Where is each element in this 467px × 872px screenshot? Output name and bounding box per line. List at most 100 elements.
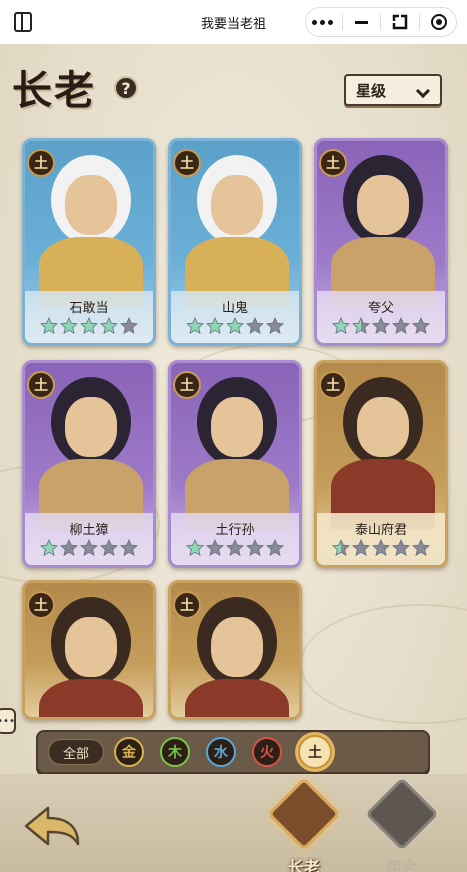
combo-avatar-icon — [365, 777, 439, 851]
close-target-icon[interactable] — [424, 10, 454, 34]
elder-card[interactable]: 土 — [22, 580, 156, 720]
star-empty-icon — [100, 539, 118, 557]
card-name-band: 山鬼 — [171, 291, 299, 343]
element-filter-3[interactable]: 火 — [252, 737, 282, 767]
star-empty-icon — [392, 317, 410, 335]
elder-avatar-icon — [267, 777, 341, 851]
earth-element-badge: 土 — [173, 591, 201, 619]
star-filled-icon — [60, 317, 78, 335]
elder-name: 夸父 — [367, 301, 394, 316]
app-title: 我要当老祖 — [200, 16, 266, 32]
filter-all-button[interactable]: 全部 — [48, 739, 104, 765]
star-empty-icon — [372, 317, 390, 335]
chat-bubble-icon[interactable]: ••• — [0, 708, 16, 734]
element-filter-0[interactable]: 金 — [114, 737, 144, 767]
star-filled-icon — [186, 539, 204, 557]
star-rating — [25, 317, 153, 335]
star-rating — [171, 539, 299, 557]
elder-card[interactable]: 土山鬼 — [168, 138, 302, 346]
back-arrow-icon[interactable] — [22, 804, 82, 850]
star-rating — [171, 317, 299, 335]
elder-name: 石敢当 — [69, 301, 109, 316]
capsule-divider — [380, 14, 382, 30]
nav-tab-combos[interactable]: 组合 — [364, 777, 440, 872]
background-swirl — [300, 604, 467, 724]
card-name-band: 泰山府君 — [317, 513, 445, 565]
restore-icon[interactable] — [385, 10, 415, 34]
star-empty-icon — [60, 539, 78, 557]
star-empty-icon — [120, 317, 138, 335]
sidebar-toggle-icon[interactable] — [14, 12, 32, 32]
nav-label-elders: 长老 — [287, 858, 320, 872]
star-filled-icon — [332, 317, 350, 335]
elder-name: 土行孙 — [215, 523, 255, 538]
elder-card[interactable]: 土 — [168, 580, 302, 720]
header: 长老 ? 星级 — [0, 44, 467, 124]
star-empty-icon — [120, 539, 138, 557]
help-icon[interactable]: ? — [114, 76, 138, 100]
element-filter-bar: 全部 金木水火土 — [36, 730, 430, 774]
elder-card[interactable]: 土夸父 — [314, 138, 448, 346]
elder-card[interactable]: 土泰山府君 — [314, 360, 448, 568]
earth-element-badge: 土 — [27, 371, 55, 399]
star-rating — [25, 539, 153, 557]
sort-dropdown[interactable]: 星级 — [344, 74, 442, 106]
star-empty-icon — [372, 539, 390, 557]
elder-card[interactable]: 土石敢当 — [22, 138, 156, 346]
earth-element-badge: 土 — [319, 149, 347, 177]
star-empty-icon — [226, 539, 244, 557]
bottom-nav: 长老 组合 — [0, 774, 467, 872]
star-rating — [317, 539, 445, 557]
element-filter-1[interactable]: 木 — [160, 737, 190, 767]
star-empty-icon — [266, 539, 284, 557]
page-title: 长老 — [12, 67, 96, 114]
capsule-divider — [341, 14, 343, 30]
star-filled-icon — [352, 317, 370, 335]
card-name-band: 夸父 — [317, 291, 445, 343]
game-screen: 长老 ? 星级 土石敢当土山鬼土夸父土柳土獐土土行孙土泰山府君土土 ••• 全部… — [0, 44, 467, 872]
star-empty-icon — [80, 539, 98, 557]
chevron-down-icon — [415, 83, 431, 99]
card-name-band: 土行孙 — [171, 513, 299, 565]
earth-element-badge: 土 — [27, 591, 55, 619]
star-empty-icon — [412, 317, 430, 335]
star-filled-icon — [80, 317, 98, 335]
star-filled-icon — [40, 317, 58, 335]
earth-element-badge: 土 — [173, 371, 201, 399]
star-filled-icon — [100, 317, 118, 335]
star-empty-icon — [206, 539, 224, 557]
star-filled-icon — [186, 317, 204, 335]
capsule-menu — [305, 7, 457, 37]
star-filled-icon — [332, 539, 350, 557]
earth-element-badge: 土 — [173, 149, 201, 177]
more-dots-icon[interactable] — [308, 10, 338, 34]
star-empty-icon — [392, 539, 410, 557]
star-rating — [317, 317, 445, 335]
star-empty-icon — [412, 539, 430, 557]
star-empty-icon — [246, 317, 264, 335]
elder-name: 柳土獐 — [69, 523, 109, 538]
star-empty-icon — [352, 539, 370, 557]
star-filled-icon — [206, 317, 224, 335]
star-filled-icon — [226, 317, 244, 335]
card-name-band: 柳土獐 — [25, 513, 153, 565]
nav-label-combos: 组合 — [385, 858, 418, 872]
capsule-divider — [419, 14, 421, 30]
star-empty-icon — [266, 317, 284, 335]
element-filter-2[interactable]: 水 — [206, 737, 236, 767]
card-name-band: 石敢当 — [25, 291, 153, 343]
elder-name: 山鬼 — [221, 301, 248, 316]
star-empty-icon — [246, 539, 264, 557]
mini-program-topbar: 我要当老祖 — [0, 0, 467, 44]
sort-dropdown-value: 星级 — [356, 81, 387, 100]
element-filter-4[interactable]: 土 — [298, 735, 332, 769]
earth-element-badge: 土 — [27, 149, 55, 177]
star-filled-icon — [40, 539, 58, 557]
element-buttons: 金木水火土 — [114, 735, 332, 769]
nav-tab-elders[interactable]: 长老 — [266, 777, 342, 872]
elder-card[interactable]: 土土行孙 — [168, 360, 302, 568]
elder-card[interactable]: 土柳土獐 — [22, 360, 156, 568]
earth-element-badge: 土 — [319, 371, 347, 399]
minimize-icon[interactable] — [347, 10, 377, 34]
elder-name: 泰山府君 — [354, 523, 407, 538]
